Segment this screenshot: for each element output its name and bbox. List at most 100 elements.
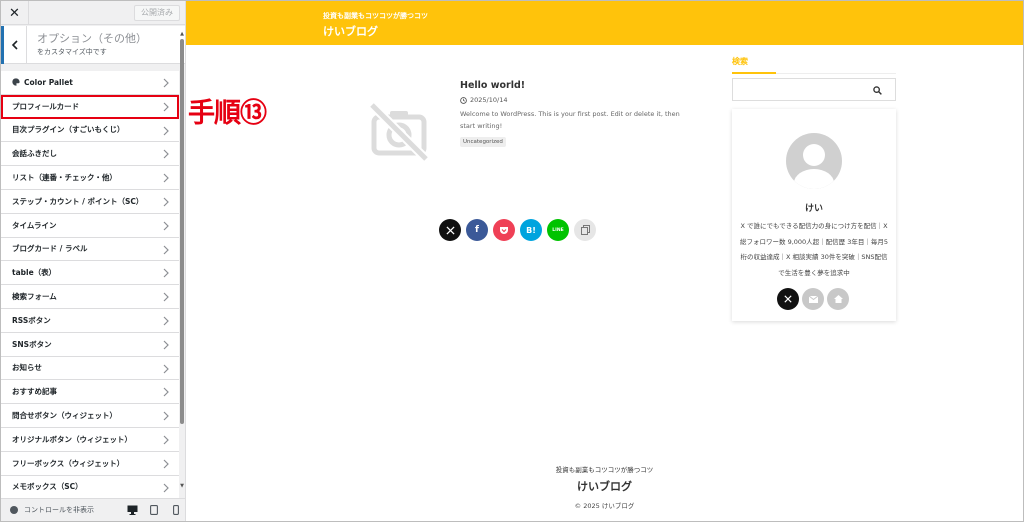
sidebar-item-sns-button[interactable]: SNSボタン <box>1 332 179 357</box>
share-copy-button[interactable] <box>574 219 596 241</box>
hide-controls-button[interactable]: コントロールを非表示 <box>1 505 119 515</box>
share-buttons: f B! LINE <box>439 219 601 241</box>
profile-social-links <box>777 288 852 310</box>
share-line-button[interactable]: LINE <box>547 219 569 241</box>
chevron-right-icon <box>163 435 169 445</box>
site-title-link[interactable]: けいブログ <box>323 23 378 39</box>
chevron-right-icon <box>163 149 169 159</box>
scroll-thumb[interactable] <box>180 39 184 424</box>
profile-name: けい <box>804 204 823 214</box>
profile-mail-link[interactable] <box>802 288 824 310</box>
widget-title-underline <box>732 72 776 74</box>
chevron-right-icon <box>163 78 169 88</box>
sidebar-item-profile-card[interactable]: プロフィールカード <box>1 94 179 119</box>
tablet-preview-icon[interactable] <box>145 501 163 519</box>
customizer-sidebar: ✕ 公開済み オプション（その他） をカスタマイズ中です Color Palle… <box>1 1 186 521</box>
chevron-right-icon <box>163 483 169 492</box>
search-input[interactable] <box>733 81 868 102</box>
chevron-right-icon <box>163 292 169 302</box>
share-x-button[interactable] <box>439 219 461 241</box>
site-preview: 投資も副業もコツコツが勝つコツ けいブログ Hello world! 2025/… <box>186 1 1023 521</box>
no-image-icon[interactable] <box>364 97 434 167</box>
sidebar-item-memo-box[interactable]: メモボックス（SC） <box>1 475 179 500</box>
sidebar-item-table[interactable]: table（表） <box>1 261 179 286</box>
sidebar-item-label: 問合せボタン（ウィジェット） <box>12 411 117 421</box>
home-icon <box>833 295 843 303</box>
sidebar-item-speech-bubble[interactable]: 会話ふきだし <box>1 142 179 167</box>
sidebar-item-label: メモボックス（SC） <box>12 482 83 492</box>
site-tagline: 投資も副業もコツコツが勝つコツ <box>323 12 428 20</box>
category-badge[interactable]: Uncategorized <box>460 137 506 147</box>
x-logo-icon <box>784 295 792 303</box>
close-customizer-button[interactable]: ✕ <box>1 1 29 25</box>
chevron-left-icon <box>11 40 18 50</box>
section-title: オプション（その他） <box>37 32 147 45</box>
clock-icon <box>460 96 467 104</box>
chevron-right-icon <box>163 411 169 421</box>
profile-x-link[interactable] <box>777 288 799 310</box>
mail-icon <box>808 295 818 303</box>
sidebar-item-list[interactable]: リスト（連番・チェック・他） <box>1 166 179 190</box>
publish-button[interactable]: 公開済み <box>134 5 180 21</box>
post-title-link[interactable]: Hello world! <box>460 80 525 91</box>
scroll-up-arrow-icon[interactable]: ▲ <box>179 31 185 37</box>
sidebar-item-label: 会話ふきだし <box>12 149 57 159</box>
facebook-icon: f <box>475 225 479 235</box>
sidebar-item-label: Color Pallet <box>24 77 73 87</box>
sidebar-item-notice[interactable]: お知らせ <box>1 356 179 381</box>
post-excerpt: Welcome to WordPress. This is your first… <box>460 110 680 130</box>
sidebar-item-label: おすすめ記事 <box>12 387 57 397</box>
chevron-right-icon <box>163 459 169 469</box>
mobile-preview-icon[interactable] <box>167 501 185 519</box>
sidebar-item-free-box[interactable]: フリーボックス（ウィジェット） <box>1 451 179 476</box>
line-icon: LINE <box>552 227 564 233</box>
hide-controls-label: コントロールを非表示 <box>24 506 94 514</box>
profile-card: けい X で誰にでもできる配信力の身につけ方を配信｜X 総フォロワー数 9,00… <box>732 109 896 321</box>
sidebar-item-label: フリーボックス（ウィジェット） <box>12 458 125 468</box>
sidebar-item-label: ステップ・カウント / ポイント（SC） <box>12 196 144 206</box>
chevron-right-icon <box>163 245 169 255</box>
sidebar-footer: コントロールを非表示 <box>1 498 185 521</box>
post-date-text: 2025/10/14 <box>470 96 508 104</box>
chevron-right-icon <box>163 102 169 112</box>
avatar <box>786 133 842 189</box>
chevron-right-icon <box>163 316 169 326</box>
chevron-right-icon <box>163 364 169 373</box>
chevron-right-icon <box>163 126 169 136</box>
sidebar-item-label: リスト（連番・チェック・他） <box>12 173 117 183</box>
profile-home-link[interactable] <box>827 288 849 310</box>
chevron-right-icon <box>163 268 169 278</box>
sidebar-item-timeline[interactable]: タイムライン <box>1 213 179 238</box>
share-facebook-button[interactable]: f <box>466 219 488 241</box>
chevron-right-icon <box>163 173 169 183</box>
scroll-down-arrow-icon[interactable]: ▼ <box>179 483 185 489</box>
sidebar-item-original-button[interactable]: オリジナルボタン（ウィジェット） <box>1 427 179 452</box>
sidebar-item-label: table（表） <box>12 268 57 278</box>
search-widget-title: 検索 <box>732 57 748 66</box>
x-logo-icon <box>445 225 455 235</box>
sidebar-item-recommended[interactable]: おすすめ記事 <box>1 380 179 405</box>
sidebar-item-color-pallet[interactable]: Color Pallet <box>1 71 179 95</box>
sidebar-item-label: お知らせ <box>12 363 42 373</box>
section-subtitle: をカスタマイズ中です <box>37 48 107 56</box>
sidebar-item-rss-button[interactable]: RSSボタン <box>1 308 179 333</box>
footer-site-title[interactable]: けいブログ <box>186 478 1023 494</box>
back-button[interactable] <box>1 26 27 64</box>
sidebar-scrollbar[interactable]: ▲ ▼ <box>179 31 185 491</box>
sidebar-item-label: SNSボタン <box>12 339 52 349</box>
post-date: 2025/10/14 <box>460 96 507 104</box>
sidebar-item-step-count[interactable]: ステップ・カウント / ポイント（SC） <box>1 189 179 214</box>
share-pocket-button[interactable] <box>493 219 515 241</box>
chevron-right-icon <box>163 221 169 231</box>
desktop-preview-icon[interactable] <box>123 501 141 519</box>
share-hatena-button[interactable]: B! <box>520 219 542 241</box>
sidebar-item-label: タイムライン <box>12 220 57 230</box>
search-icon[interactable] <box>873 86 882 95</box>
sidebar-item-toc[interactable]: 目次プラグイン（すごいもくじ） <box>1 118 179 143</box>
sidebar-item-blogcard[interactable]: ブログカード / ラベル <box>1 237 179 262</box>
site-header: 投資も副業もコツコツが勝つコツ けいブログ <box>186 1 1023 45</box>
sidebar-item-contact-button[interactable]: 問合せボタン（ウィジェット） <box>1 404 179 428</box>
sidebar-item-search-form[interactable]: 検索フォーム <box>1 285 179 309</box>
copy-icon <box>580 225 590 235</box>
footer-copyright: © 2025 けいブログ <box>574 502 635 510</box>
